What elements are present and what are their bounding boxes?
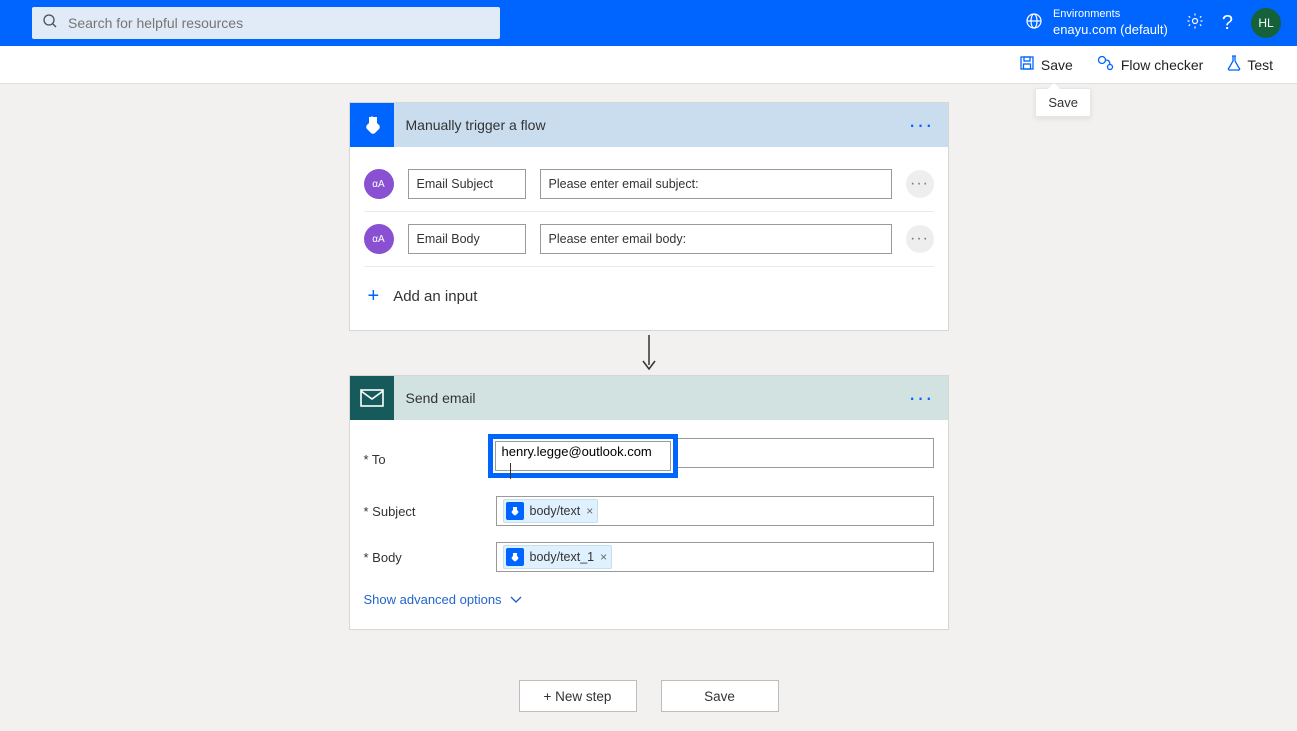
search-input[interactable] <box>68 15 490 31</box>
body-field[interactable]: body/text_1 × <box>496 542 934 572</box>
help-icon[interactable]: ? <box>1222 12 1233 35</box>
input-row-more-icon[interactable]: ··· <box>906 170 934 198</box>
trigger-title: Manually trigger a flow <box>406 117 909 133</box>
to-value: henry.legge@outlook.com <box>502 444 652 459</box>
trigger-more-icon[interactable]: ··· <box>909 121 934 130</box>
advanced-options-toggle[interactable]: Show advanced options <box>364 580 934 625</box>
new-step-button[interactable]: + New step <box>519 680 637 712</box>
flow-canvas: Manually trigger a flow ··· αA Please en… <box>0 84 1297 712</box>
dynamic-token[interactable]: body/text × <box>503 499 599 523</box>
action-title: Send email <box>406 390 909 406</box>
env-label: Environments <box>1053 8 1168 22</box>
gear-icon[interactable] <box>1186 12 1204 35</box>
token-remove-icon[interactable]: × <box>600 550 607 564</box>
toolbar: Save Flow checker Test Save <box>0 46 1297 84</box>
header-right: Environments enayu.com (default) ? HL <box>1025 8 1281 38</box>
flow-checker-label: Flow checker <box>1121 57 1203 73</box>
dynamic-token[interactable]: body/text_1 × <box>503 545 613 569</box>
save-tooltip: Save <box>1035 88 1091 117</box>
to-field[interactable]: henry.legge@outlook.com <box>495 441 671 471</box>
to-label: * To <box>364 452 496 467</box>
body-row: * Body body/text_1 × <box>364 534 934 580</box>
token-icon <box>506 502 524 520</box>
trigger-card-header[interactable]: Manually trigger a flow ··· <box>350 103 948 147</box>
trigger-input-row: αA Please enter email subject: ··· <box>364 157 934 212</box>
flow-checker-button[interactable]: Flow checker <box>1097 55 1203 74</box>
chevron-down-icon <box>510 592 522 607</box>
trigger-body: αA Please enter email subject: ··· αA Pl… <box>350 147 948 330</box>
text-type-icon: αA <box>364 169 394 199</box>
globe-icon <box>1025 12 1043 35</box>
input-name-field[interactable] <box>408 224 526 254</box>
save-button[interactable]: Save <box>1019 55 1073 74</box>
subject-field[interactable]: body/text × <box>496 496 934 526</box>
trigger-card: Manually trigger a flow ··· αA Please en… <box>349 102 949 331</box>
advanced-options-label: Show advanced options <box>364 592 502 607</box>
trigger-input-row: αA Please enter email body: ··· <box>364 212 934 267</box>
trigger-icon <box>350 103 394 147</box>
add-input-label: Add an input <box>393 288 477 305</box>
flow-checker-icon <box>1097 55 1115 74</box>
add-input-button[interactable]: + Add an input <box>364 267 934 330</box>
subject-label: * Subject <box>364 504 496 519</box>
avatar[interactable]: HL <box>1251 8 1281 38</box>
token-label: body/text_1 <box>530 550 595 564</box>
token-remove-icon[interactable]: × <box>586 504 593 518</box>
environment-picker[interactable]: Environments enayu.com (default) <box>1025 8 1168 38</box>
search-icon <box>42 13 58 34</box>
bottom-buttons: + New step Save <box>349 680 949 712</box>
token-icon <box>506 548 524 566</box>
input-name-field[interactable] <box>408 169 526 199</box>
test-button[interactable]: Test <box>1227 55 1273 74</box>
arrow-connector <box>349 331 949 375</box>
top-header: Environments enayu.com (default) ? HL <box>0 0 1297 46</box>
action-card: Send email ··· * To henry.legge@outlook.… <box>349 375 949 630</box>
action-more-icon[interactable]: ··· <box>909 394 934 403</box>
test-icon <box>1227 55 1241 74</box>
input-value-field[interactable]: Please enter email body: <box>540 224 892 254</box>
input-row-more-icon[interactable]: ··· <box>906 225 934 253</box>
text-type-icon: αA <box>364 224 394 254</box>
save-icon <box>1019 55 1035 74</box>
test-label: Test <box>1247 57 1273 73</box>
search-box[interactable] <box>32 7 500 39</box>
action-card-header[interactable]: Send email ··· <box>350 376 948 420</box>
body-label: * Body <box>364 550 496 565</box>
input-value-field[interactable]: Please enter email subject: <box>540 169 892 199</box>
subject-row: * Subject body/text × <box>364 488 934 534</box>
env-name: enayu.com (default) <box>1053 22 1168 38</box>
token-label: body/text <box>530 504 581 518</box>
mail-icon <box>350 376 394 420</box>
plus-icon: + <box>368 285 380 308</box>
action-body: * To henry.legge@outlook.com * Subject <box>350 420 948 629</box>
save-flow-button[interactable]: Save <box>661 680 779 712</box>
save-label: Save <box>1041 57 1073 73</box>
to-row: * To henry.legge@outlook.com <box>364 430 934 488</box>
text-cursor <box>510 463 511 479</box>
